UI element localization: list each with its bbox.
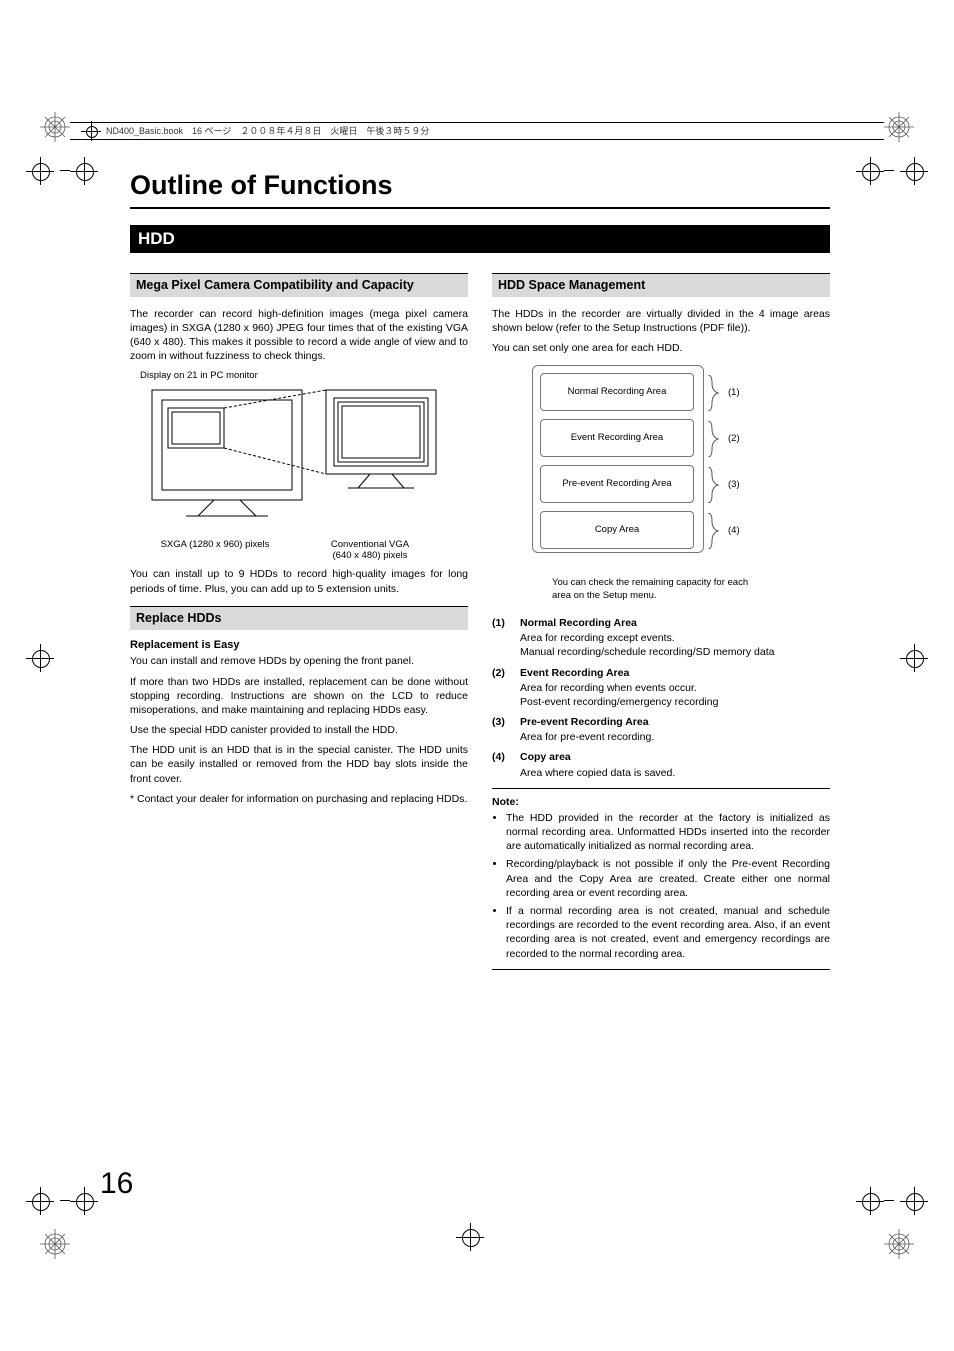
content: Outline of Functions HDD Mega Pixel Came…: [130, 170, 830, 976]
list-title: Normal Recording Area: [520, 616, 774, 630]
page-title: Outline of Functions: [130, 170, 830, 201]
title-rule: [130, 207, 830, 209]
note-label: Note:: [492, 795, 830, 809]
print-mark-bl: [40, 1229, 70, 1259]
diag-area-1: Normal Recording Area: [540, 373, 694, 411]
list-title: Pre-event Recording Area: [520, 715, 654, 729]
list-desc: Area for recording except events. Manual…: [520, 631, 774, 659]
diag-area-4: Copy Area: [540, 511, 694, 549]
subheading-megapixel: Mega Pixel Camera Compatibility and Capa…: [130, 273, 468, 297]
diag-area-3: Pre-event Recording Area: [540, 465, 694, 503]
list-num: (4): [492, 750, 520, 779]
book-icon: [84, 124, 98, 138]
diag-num-4: (4): [728, 525, 740, 538]
tick: [60, 170, 70, 171]
rule: [492, 788, 830, 789]
header-strip: ND400_Basic.book 16 ページ ２００８年４月８日 火曜日 午後…: [70, 122, 884, 140]
tick: [884, 170, 894, 171]
figure-label-vga-2: (640 x 480) pixels: [300, 550, 440, 561]
left-column: Mega Pixel Camera Compatibility and Capa…: [130, 273, 468, 976]
rule: [492, 969, 830, 970]
register-mark-icon: [30, 1191, 50, 1211]
print-mark-tl: [40, 112, 70, 142]
brace-icon: [706, 467, 722, 503]
register-mark-icon: [460, 1227, 480, 1247]
diag-area-2: Event Recording Area: [540, 419, 694, 457]
tick: [60, 1200, 70, 1201]
register-mark-icon: [74, 1191, 94, 1211]
page-number: 16: [100, 1167, 133, 1201]
paragraph: The HDD unit is an HDD that is in the sp…: [130, 743, 468, 786]
list-num: (3): [492, 715, 520, 744]
note-item: If a normal recording area is not create…: [506, 904, 830, 961]
diag-num-1: (1): [728, 387, 740, 400]
list-desc: Area for recording when events occur. Po…: [520, 681, 718, 709]
header-text: ND400_Basic.book 16 ページ ２００８年４月８日 火曜日 午後…: [106, 124, 429, 137]
print-mark-tr: [884, 112, 914, 142]
register-mark-icon: [30, 161, 50, 181]
area-list: (1) Normal Recording Area Area for recor…: [492, 616, 830, 780]
tick: [884, 1200, 894, 1201]
diag-num-3: (3): [728, 479, 740, 492]
paragraph-footnote: * Contact your dealer for information on…: [130, 792, 468, 806]
list-title: Copy area: [520, 750, 675, 764]
note-item: Recording/playback is not possible if on…: [506, 857, 830, 900]
note-list: The HDD provided in the recorder at the …: [492, 811, 830, 961]
right-column: HDD Space Management The HDDs in the rec…: [492, 273, 830, 976]
brace-icon: [706, 375, 722, 411]
page: ND400_Basic.book 16 ページ ２００８年４月８日 火曜日 午後…: [0, 0, 954, 1351]
subheading-replace: Replace HDDs: [130, 606, 468, 630]
register-mark-icon: [30, 648, 50, 668]
brace-icon: [706, 421, 722, 457]
paragraph: Use the special HDD canister provided to…: [130, 723, 468, 737]
register-mark-icon: [904, 161, 924, 181]
hdd-area-diagram: Normal Recording Area Event Recording Ar…: [532, 361, 792, 571]
paragraph: You can set only one area for each HDD.: [492, 341, 830, 355]
list-desc: Area for pre-event recording.: [520, 730, 654, 744]
brace-icon: [706, 513, 722, 549]
list-num: (2): [492, 666, 520, 710]
diagram-caption: You can check the remaining capacity for…: [552, 577, 762, 602]
list-title: Event Recording Area: [520, 666, 718, 680]
monitor-figure: [130, 386, 468, 550]
diag-num-2: (2): [728, 433, 740, 446]
list-num: (1): [492, 616, 520, 660]
register-mark-icon: [860, 1191, 880, 1211]
paragraph: You can install and remove HDDs by openi…: [130, 654, 468, 668]
paragraph: You can install up to 9 HDDs to record h…: [130, 567, 468, 595]
register-mark-icon: [74, 161, 94, 181]
figure-caption: Display on 21 in PC monitor: [140, 370, 468, 383]
register-mark-icon: [904, 648, 924, 668]
section-bar: HDD: [130, 225, 830, 253]
paragraph: If more than two HDDs are installed, rep…: [130, 675, 468, 718]
subheading-hdd-space: HDD Space Management: [492, 273, 830, 297]
register-mark-icon: [904, 1191, 924, 1211]
paragraph: The recorder can record high-definition …: [130, 307, 468, 364]
heading-replacement-easy: Replacement is Easy: [130, 638, 468, 653]
list-desc: Area where copied data is saved.: [520, 766, 675, 780]
note-item: The HDD provided in the recorder at the …: [506, 811, 830, 854]
paragraph: The HDDs in the recorder are virtually d…: [492, 307, 830, 335]
print-mark-br: [884, 1229, 914, 1259]
register-mark-icon: [860, 161, 880, 181]
